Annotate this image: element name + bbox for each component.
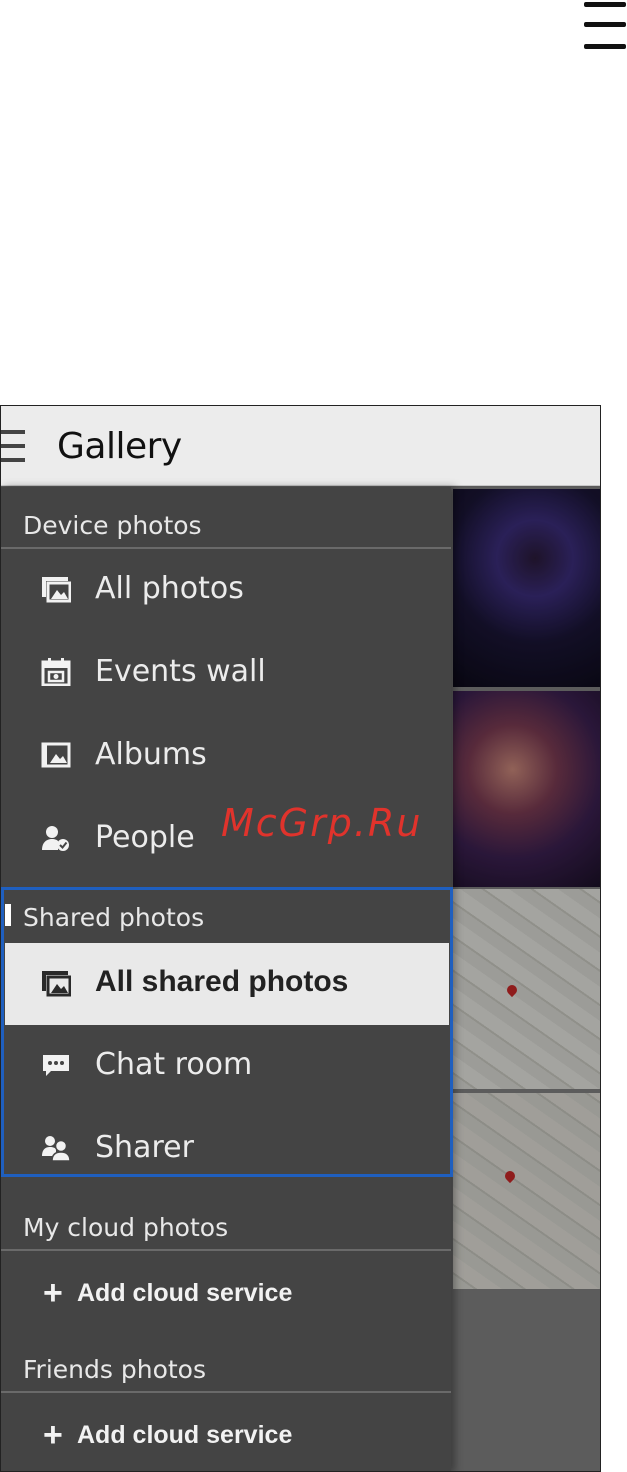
events-calendar-icon — [41, 658, 71, 687]
app-bar: Gallery — [1, 406, 600, 486]
drawer-toggle-icon[interactable] — [1, 430, 25, 464]
person-check-icon — [41, 824, 71, 852]
nav-item-label: Events wall — [95, 654, 266, 689]
nav-item-label: People — [95, 820, 195, 855]
nav-item-events-wall[interactable]: Events wall — [1, 632, 451, 714]
nav-item-all-photos[interactable]: All photos — [1, 549, 451, 631]
section-label: My cloud photos — [23, 1213, 229, 1242]
menu-icon — [584, 0, 626, 54]
watermark-text: McGrp.Ru — [221, 801, 423, 845]
phone-screen: Gallery Device photos All photos Events … — [0, 405, 601, 1472]
photo-thumbnail[interactable] — [453, 489, 600, 687]
nav-item-label: Albums — [95, 737, 207, 772]
album-icon — [41, 741, 71, 769]
add-cloud-service-button[interactable]: + Add cloud service — [1, 1253, 451, 1333]
section-label: Device photos — [23, 511, 202, 540]
add-friends-cloud-service-button[interactable]: + Add cloud service — [1, 1395, 451, 1471]
section-friends-photos: Friends photos — [1, 1337, 451, 1393]
add-cloud-service-label: Add cloud service — [77, 1421, 293, 1449]
nav-item-label: All photos — [95, 571, 244, 606]
section-label: Friends photos — [23, 1355, 206, 1384]
photo-grid — [451, 487, 600, 1471]
nav-item-albums[interactable]: Albums — [1, 715, 451, 797]
add-cloud-service-label: Add cloud service — [77, 1279, 293, 1307]
map-thumbnail[interactable] — [453, 889, 600, 1089]
section-device-photos: Device photos — [1, 493, 451, 549]
map-thumbnail[interactable] — [453, 1093, 600, 1289]
plus-icon: + — [43, 1416, 63, 1454]
photos-icon — [41, 575, 72, 603]
photo-thumbnail[interactable] — [453, 691, 600, 887]
section-indicator — [5, 904, 11, 926]
section-my-cloud-photos: My cloud photos — [1, 1195, 451, 1251]
app-title: Gallery — [57, 426, 182, 467]
shared-photos-highlight — [1, 887, 453, 1177]
plus-icon: + — [43, 1274, 63, 1312]
